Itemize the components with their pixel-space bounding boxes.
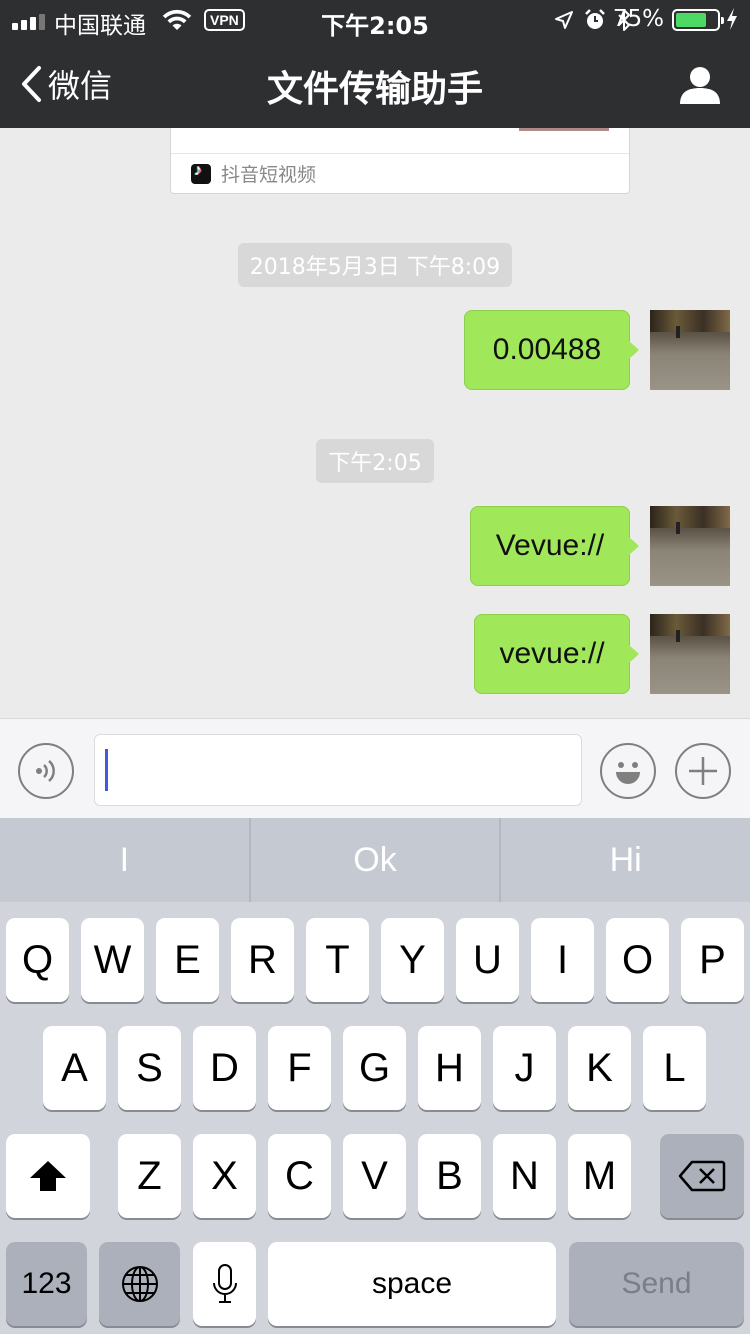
- alarm-clock-icon: [585, 9, 605, 29]
- plus-icon: [689, 757, 717, 785]
- delete-key[interactable]: [660, 1134, 744, 1218]
- keyboard: I Ok Hi Q W E R T Y U I O P A S D F G H …: [0, 818, 750, 1334]
- suggestion-item[interactable]: Ok: [251, 818, 502, 902]
- battery-icon: [672, 9, 724, 31]
- shared-video-card[interactable]: 抖音短视频: [170, 128, 630, 194]
- shift-key[interactable]: [6, 1134, 90, 1218]
- key-r[interactable]: R: [231, 918, 294, 1002]
- message-bubble[interactable]: vevue://: [474, 614, 639, 694]
- text-cursor: [105, 749, 108, 791]
- timestamp: 2018年5月3日 下午8:09: [0, 243, 750, 287]
- key-j[interactable]: J: [493, 1026, 556, 1110]
- key-t[interactable]: T: [306, 918, 369, 1002]
- key-b[interactable]: B: [418, 1134, 481, 1218]
- key-u[interactable]: U: [456, 918, 519, 1002]
- shift-arrow-icon: [30, 1161, 66, 1191]
- battery-percent: 75%: [612, 6, 664, 32]
- key-f[interactable]: F: [268, 1026, 331, 1110]
- suggestion-item[interactable]: Hi: [501, 818, 750, 902]
- key-w[interactable]: W: [81, 918, 144, 1002]
- dictation-key[interactable]: [193, 1242, 256, 1326]
- key-h[interactable]: H: [418, 1026, 481, 1110]
- douyin-icon: [191, 162, 211, 184]
- key-d[interactable]: D: [193, 1026, 256, 1110]
- location-arrow-icon: [555, 11, 573, 29]
- suggestion-bar: I Ok Hi: [0, 818, 750, 902]
- backspace-icon: [678, 1160, 726, 1192]
- page-title: 文件传输助手: [266, 69, 483, 110]
- key-i[interactable]: I: [531, 918, 594, 1002]
- numbers-key[interactable]: 123: [6, 1242, 87, 1326]
- emoji-button[interactable]: [600, 743, 656, 799]
- message-bubble[interactable]: Vevue://: [470, 506, 639, 586]
- key-n[interactable]: N: [493, 1134, 556, 1218]
- key-m[interactable]: M: [568, 1134, 631, 1218]
- key-e[interactable]: E: [156, 918, 219, 1002]
- key-k[interactable]: K: [568, 1026, 631, 1110]
- video-thumbnail: [519, 128, 609, 131]
- card-source: 抖音短视频: [221, 164, 317, 186]
- key-q[interactable]: Q: [6, 918, 69, 1002]
- message-input[interactable]: [94, 734, 582, 806]
- charging-bolt-icon: [727, 8, 737, 30]
- send-key[interactable]: Send: [569, 1242, 744, 1326]
- key-l[interactable]: L: [643, 1026, 706, 1110]
- smiley-icon: [616, 762, 640, 784]
- key-x[interactable]: X: [193, 1134, 256, 1218]
- space-key[interactable]: space: [268, 1242, 556, 1326]
- voice-icon: [36, 760, 55, 782]
- person-icon[interactable]: [680, 66, 720, 104]
- top-bar: 中国联通 VPN 下午2:05 75% 微信 文件传输助手: [0, 0, 750, 128]
- key-s[interactable]: S: [118, 1026, 181, 1110]
- globe-key[interactable]: [99, 1242, 180, 1326]
- microphone-icon: [212, 1264, 237, 1303]
- status-bar: 中国联通 VPN 下午2:05 75%: [0, 0, 750, 40]
- message-bubble[interactable]: 0.00488: [464, 310, 639, 390]
- timestamp: 下午2:05: [0, 439, 750, 483]
- key-g[interactable]: G: [343, 1026, 406, 1110]
- avatar[interactable]: [650, 310, 730, 390]
- key-y[interactable]: Y: [381, 918, 444, 1002]
- chat-area[interactable]: 抖音短视频 2018年5月3日 下午8:09 0.00488 下午2:05 Ve…: [0, 128, 750, 718]
- avatar[interactable]: [650, 614, 730, 694]
- suggestion-item[interactable]: I: [0, 818, 251, 902]
- key-o[interactable]: O: [606, 918, 669, 1002]
- key-c[interactable]: C: [268, 1134, 331, 1218]
- more-button[interactable]: [675, 743, 731, 799]
- key-z[interactable]: Z: [118, 1134, 181, 1218]
- avatar[interactable]: [650, 506, 730, 586]
- key-a[interactable]: A: [43, 1026, 106, 1110]
- key-p[interactable]: P: [681, 918, 744, 1002]
- key-v[interactable]: V: [343, 1134, 406, 1218]
- voice-button[interactable]: [18, 743, 74, 799]
- globe-icon: [121, 1266, 158, 1302]
- input-bar: [0, 718, 750, 818]
